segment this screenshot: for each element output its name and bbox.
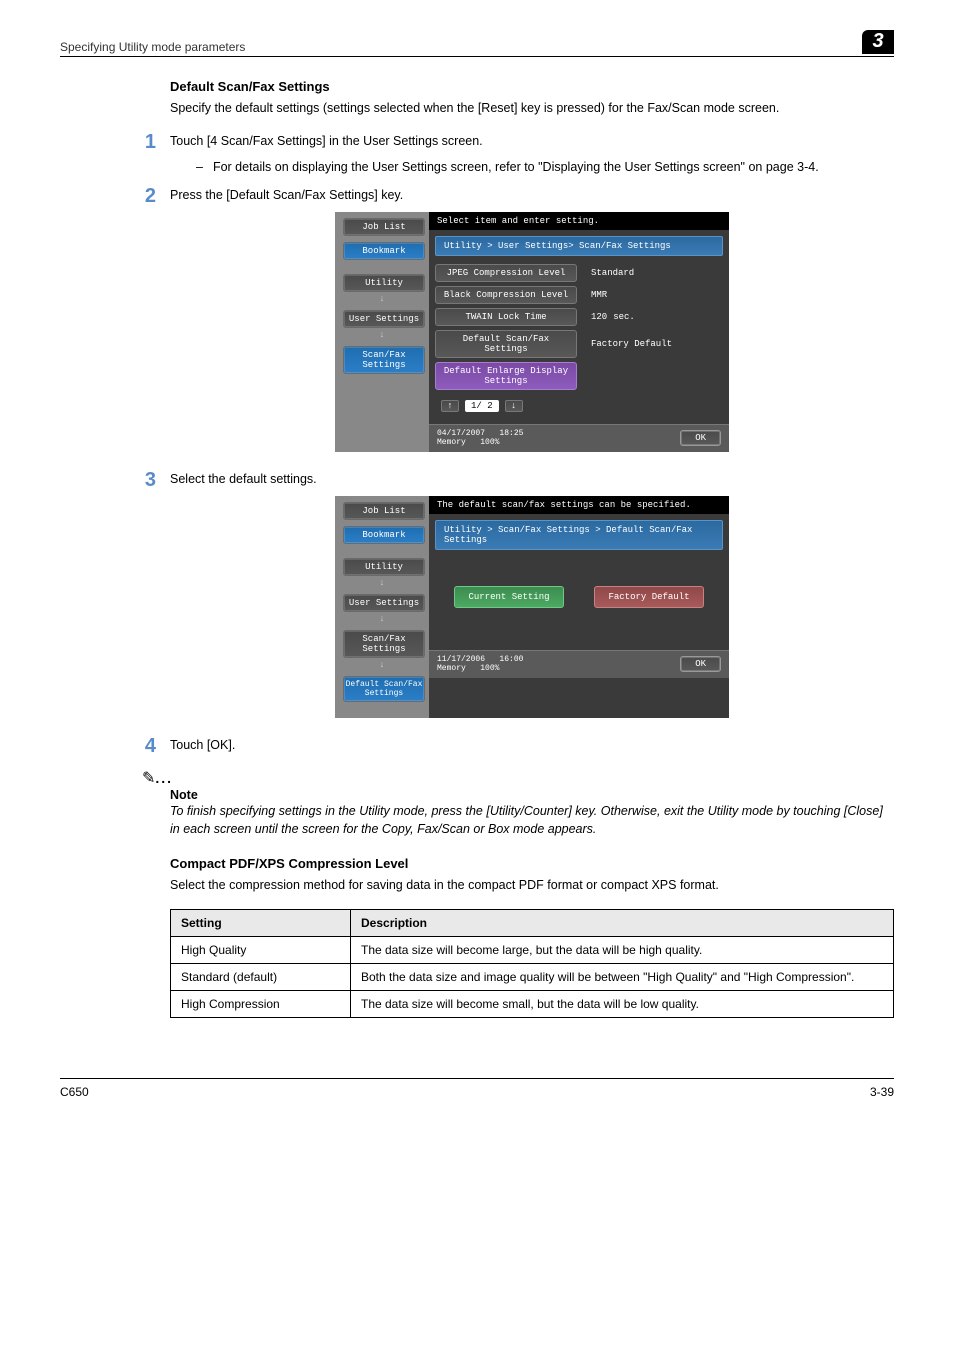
note-icon: ✎ [142,770,173,787]
tab-scan-fax[interactable]: Scan/Fax Settings [343,630,425,658]
page-down-button[interactable]: ↓ [505,400,523,412]
step-text: Select the default settings. [170,470,317,488]
note-block: ✎ Note To finish specifying settings in … [142,768,894,838]
footer-model: C650 [60,1085,89,1099]
tab-bookmark[interactable]: Bookmark [343,526,425,544]
current-setting-button[interactable]: Current Setting [454,586,564,608]
table-cell: High Quality [171,936,351,963]
section-intro: Select the compression method for saving… [170,877,894,895]
step-number: 4 [130,736,156,756]
chevron-down-icon: ↓ [335,614,429,624]
tab-default-scanfax[interactable]: Default Scan/Fax Settings [343,676,425,702]
ok-button[interactable]: OK [680,430,721,446]
panel-instruction: The default scan/fax settings can be spe… [429,496,729,514]
chevron-down-icon: ↓ [335,294,429,304]
step-text: Touch [4 Scan/Fax Settings] in the User … [170,132,483,150]
black-compression-button[interactable]: Black Compression Level [435,286,577,304]
step-text: Press the [Default Scan/Fax Settings] ke… [170,186,403,204]
note-text: To finish specifying settings in the Uti… [170,802,894,838]
page-footer: C650 3-39 [60,1078,894,1099]
chapter-badge: 3 [862,30,894,54]
settings-panel-2: Job List Bookmark Utility ↓ User Setting… [335,496,729,718]
black-compression-value: MMR [583,286,615,304]
tab-scan-fax[interactable]: Scan/Fax Settings [343,346,425,374]
chevron-down-icon: ↓ [335,330,429,340]
tab-user-settings[interactable]: User Settings [343,310,425,328]
page-indicator: 1/ 2 [465,400,499,412]
tab-job-list[interactable]: Job List [343,502,425,520]
default-scanfax-button[interactable]: Default Scan/Fax Settings [435,330,577,358]
panel-instruction: Select item and enter setting. [429,212,729,230]
tab-job-list[interactable]: Job List [343,218,425,236]
default-enlarge-button[interactable]: Default Enlarge Display Settings [435,362,577,390]
twain-lock-value: 120sec. [583,308,643,326]
twain-lock-button[interactable]: TWAIN Lock Time [435,308,577,326]
bullet-dash: – [196,158,203,176]
step-number: 2 [130,186,156,206]
section-title: Compact PDF/XPS Compression Level [170,856,894,871]
ok-button[interactable]: OK [680,656,721,672]
breadcrumb: Utility > Scan/Fax Settings > Default Sc… [435,520,723,550]
table-cell: Both the data size and image quality wil… [351,963,894,990]
jpeg-compression-value: Standard [583,264,642,282]
step-number: 1 [130,132,156,152]
tab-bookmark[interactable]: Bookmark [343,242,425,260]
table-header-description: Description [351,909,894,936]
step-text: Touch [OK]. [170,736,235,754]
note-label: Note [170,788,894,802]
status-timestamp: 04/17/2007 18:25 Memory 100% [437,429,523,448]
tab-user-settings[interactable]: User Settings [343,594,425,612]
tab-utility[interactable]: Utility [343,558,425,576]
step-number: 3 [130,470,156,490]
header-title: Specifying Utility mode parameters [60,40,245,54]
section-title: Default Scan/Fax Settings [170,79,894,94]
tab-utility[interactable]: Utility [343,274,425,292]
footer-page: 3-39 [870,1085,894,1099]
status-timestamp: 11/17/2006 16:00 Memory 100% [437,655,523,674]
compression-table: Setting Description High Quality The dat… [170,909,894,1018]
settings-panel-1: Job List Bookmark Utility ↓ User Setting… [335,212,729,452]
breadcrumb: Utility > User Settings> Scan/Fax Settin… [435,236,723,256]
page-up-button[interactable]: ↑ [441,400,459,412]
page-header: Specifying Utility mode parameters 3 [60,30,894,57]
step-subtext: For details on displaying the User Setti… [213,158,819,176]
table-cell: The data size will become large, but the… [351,936,894,963]
default-scanfax-value: Factory Default [583,330,680,358]
chevron-down-icon: ↓ [335,660,429,670]
section-intro: Specify the default settings (settings s… [170,100,894,118]
chevron-down-icon: ↓ [335,578,429,588]
table-cell: The data size will become small, but the… [351,990,894,1017]
jpeg-compression-button[interactable]: JPEG Compression Level [435,264,577,282]
table-header-setting: Setting [171,909,351,936]
table-cell: High Compression [171,990,351,1017]
factory-default-button[interactable]: Factory Default [594,586,704,608]
table-cell: Standard (default) [171,963,351,990]
